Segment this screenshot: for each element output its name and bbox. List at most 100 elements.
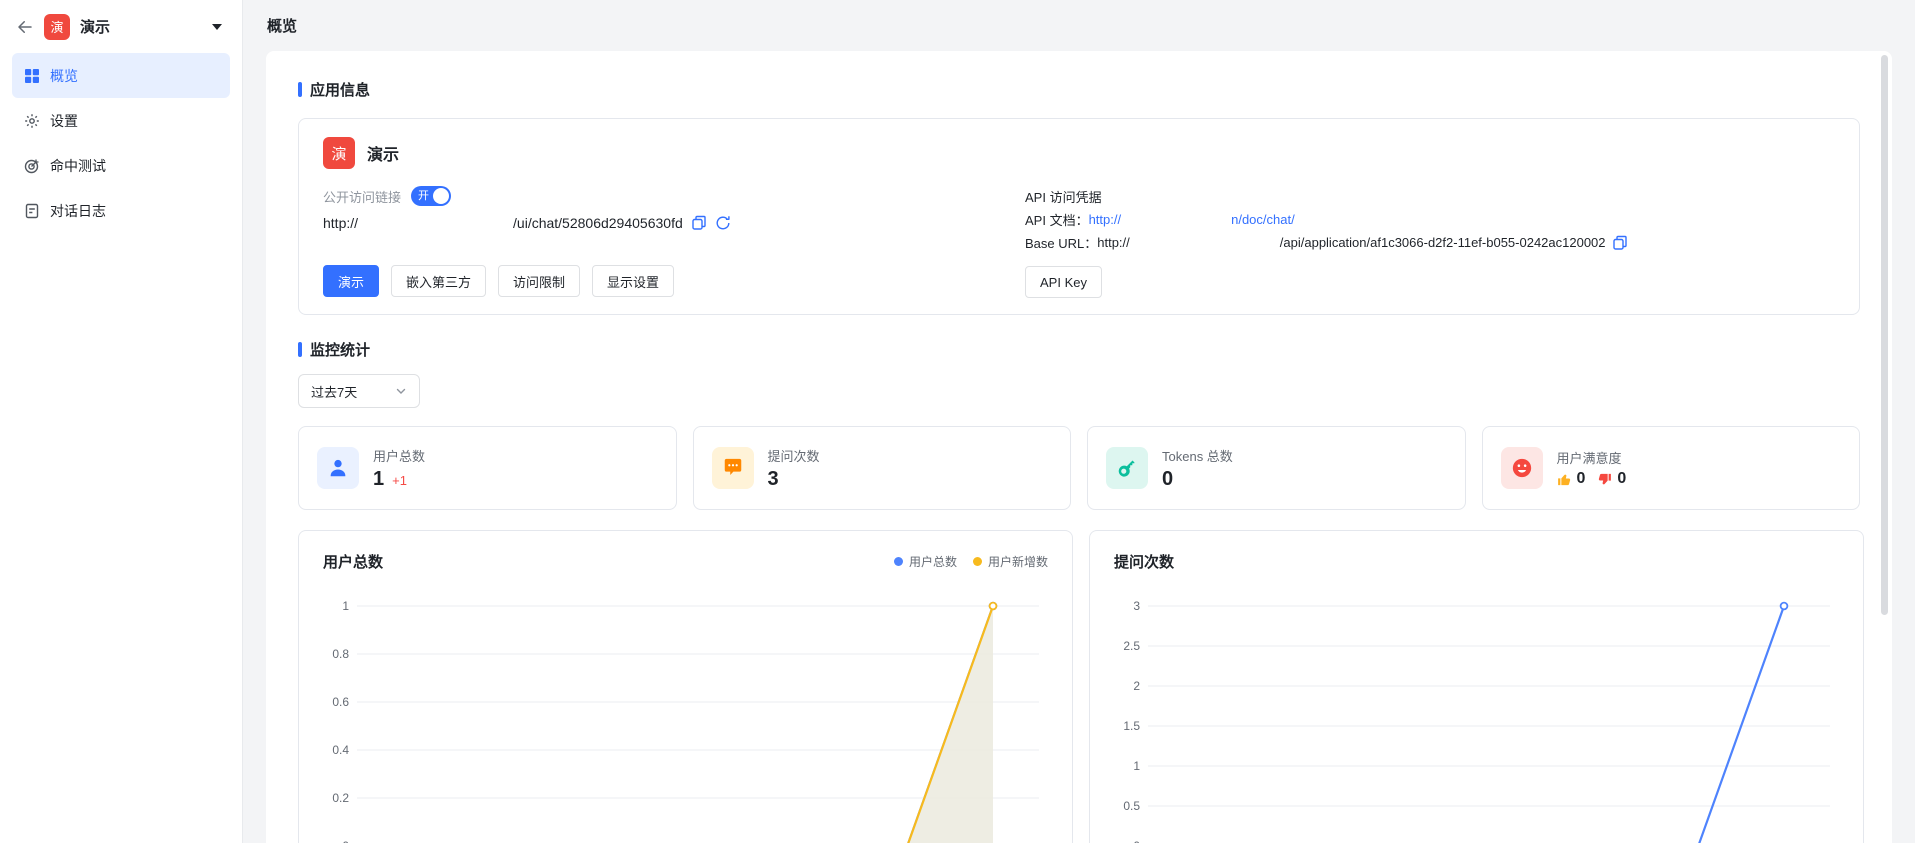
embed-third-party-button[interactable]: 嵌入第三方 [391, 265, 486, 297]
chart-legend: 用户总数 用户新增数 [894, 553, 1048, 570]
target-icon [24, 158, 40, 174]
stat-label: Tokens 总数 [1162, 446, 1233, 465]
toggle-state-label: 开 [418, 189, 429, 203]
questions-chart-card: 提问次数 00.511.522.53 [1089, 530, 1864, 843]
section-title-text: 应用信息 [310, 79, 370, 100]
questions-chart: 00.511.522.53 [1114, 592, 1839, 843]
section-title-monitor: 监控统计 [298, 339, 1860, 360]
legend-label: 用户总数 [909, 553, 957, 570]
sidebar-item-settings[interactable]: 设置 [12, 98, 230, 143]
stat-label: 用户总数 [373, 446, 425, 465]
api-doc-link-path: n/doc/chat/ [1231, 212, 1295, 227]
legend-item-total-users[interactable]: 用户总数 [894, 553, 957, 570]
key-icon [1106, 447, 1148, 489]
svg-text:0.6: 0.6 [332, 695, 349, 709]
svg-text:1: 1 [1133, 759, 1140, 773]
sidebar: 演 演示 概览 设置 命中测试 对话日志 [0, 0, 243, 843]
sidebar-item-label: 设置 [50, 111, 78, 131]
stat-card-total-users: 用户总数 1 +1 [298, 426, 677, 510]
api-doc-row: API 文档： http:// n/doc/chat/ [1025, 208, 1835, 231]
svg-text:0.2: 0.2 [332, 791, 349, 805]
users-chart-card: 用户总数 用户总数 用户新增数 0 0.2 0.4 0.6 0.8 1 [298, 530, 1073, 843]
api-credentials-label: API 访问凭据 [1025, 185, 1835, 208]
sidebar-item-label: 概览 [50, 66, 78, 86]
base-url-label: Base URL： [1025, 233, 1097, 252]
api-key-button[interactable]: API Key [1025, 266, 1102, 298]
scrollbar-thumb[interactable] [1881, 55, 1888, 615]
gear-icon [24, 113, 40, 129]
thumb-up-icon [1557, 472, 1572, 487]
charts-row: 用户总数 用户总数 用户新增数 0 0.2 0.4 0.6 0.8 1 提问次数 0 0.5… [298, 530, 1860, 843]
stat-card-questions: 提问次数 3 [693, 426, 1072, 510]
svg-text:2.5: 2.5 [1123, 639, 1140, 653]
app-avatar: 演 [44, 14, 70, 40]
chart-title: 提问次数 [1114, 551, 1839, 572]
sidebar-item-label: 命中测试 [50, 156, 106, 176]
base-url-path: /api/application/af1c3066-d2f2-11ef-b055… [1280, 235, 1606, 250]
page-title: 概览 [267, 15, 297, 36]
stat-value: 0 [1162, 468, 1173, 491]
stat-value: 1 [373, 468, 384, 491]
svg-text:1.5: 1.5 [1123, 719, 1140, 733]
chat-bubble-icon [712, 447, 754, 489]
sidebar-item-overview[interactable]: 概览 [12, 53, 230, 98]
api-doc-link-prefix: http:// [1089, 212, 1122, 227]
app-switcher-caret-icon[interactable] [212, 24, 222, 30]
svg-text:0: 0 [342, 839, 349, 843]
dislikes-count: 0 [1617, 470, 1626, 488]
toggle-knob [433, 188, 449, 204]
sidebar-item-hit-test[interactable]: 命中测试 [12, 143, 230, 188]
sidebar-item-chat-logs[interactable]: 对话日志 [12, 188, 230, 233]
svg-text:0.8: 0.8 [332, 647, 349, 661]
svg-text:0.4: 0.4 [332, 743, 349, 757]
legend-dot [973, 557, 982, 566]
svg-text:2: 2 [1133, 679, 1140, 693]
chat-url-path: /ui/chat/52806d29405630fd [513, 215, 683, 231]
section-title-text: 监控统计 [310, 339, 370, 360]
svg-text:0: 0 [1133, 839, 1140, 843]
display-settings-button[interactable]: 显示设置 [592, 265, 674, 297]
svg-text:1: 1 [342, 599, 349, 613]
api-doc-link[interactable]: http:// n/doc/chat/ [1089, 212, 1295, 227]
chat-url-row: http:// /ui/chat/52806d29405630fd [323, 215, 1025, 231]
demo-button[interactable]: 演示 [323, 265, 379, 297]
sidebar-item-label: 对话日志 [50, 201, 106, 221]
chevron-down-icon [395, 385, 407, 397]
refresh-icon[interactable] [715, 215, 731, 231]
thumb-down-icon [1597, 472, 1612, 487]
smile-icon [1501, 447, 1543, 489]
grid-icon [24, 68, 40, 84]
stats-row: 用户总数 1 +1 提问次数 3 [298, 426, 1860, 510]
api-doc-label: API 文档： [1025, 210, 1089, 229]
app-avatar-initial: 演 [50, 17, 63, 36]
app-avatar: 演 [323, 137, 355, 169]
app-avatar-initial: 演 [331, 143, 346, 164]
stat-delta: +1 [392, 473, 407, 488]
stat-label: 提问次数 [768, 446, 820, 465]
scrollbar[interactable] [1881, 55, 1889, 835]
copy-icon[interactable] [1612, 235, 1628, 251]
public-access-toggle[interactable]: 开 [411, 186, 451, 206]
back-arrow-icon[interactable] [16, 18, 34, 36]
section-title-app-info: 应用信息 [298, 79, 1860, 100]
copy-icon[interactable] [691, 215, 707, 231]
time-range-value: 过去7天 [311, 382, 357, 401]
time-range-select[interactable]: 过去7天 [298, 374, 420, 408]
access-restriction-button[interactable]: 访问限制 [498, 265, 580, 297]
svg-text:0.5: 0.5 [1123, 799, 1140, 813]
main-panel: 应用信息 演 演示 公开访问链接 开 http:// [266, 51, 1892, 843]
sidebar-app-name: 演示 [80, 16, 202, 37]
legend-item-new-users[interactable]: 用户新增数 [973, 553, 1048, 570]
section-bar [298, 82, 302, 97]
app-info-card: 演 演示 公开访问链接 开 http:// /ui/chat/5 [298, 118, 1860, 315]
topbar: 概览 [243, 0, 1915, 51]
stat-value: 3 [768, 468, 779, 491]
users-chart: 0 0.2 0.4 0.6 0.8 1 [323, 592, 1048, 843]
app-name: 演示 [367, 141, 399, 165]
stat-card-tokens: Tokens 总数 0 [1087, 426, 1466, 510]
public-link-label: 公开访问链接 [323, 187, 401, 206]
legend-label: 用户新增数 [988, 553, 1048, 570]
base-url-prefix: http:// [1097, 235, 1130, 250]
sidebar-menu: 概览 设置 命中测试 对话日志 [0, 53, 242, 233]
base-url-row: Base URL： http:// /api/application/af1c3… [1025, 231, 1835, 254]
